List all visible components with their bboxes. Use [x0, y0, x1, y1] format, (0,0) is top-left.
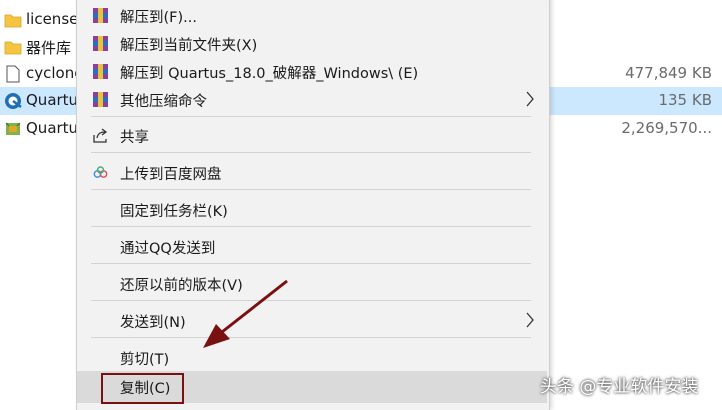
annotation-arrow-icon: [203, 279, 288, 348]
watermark: 头条 @专业软件安装: [540, 377, 699, 397]
